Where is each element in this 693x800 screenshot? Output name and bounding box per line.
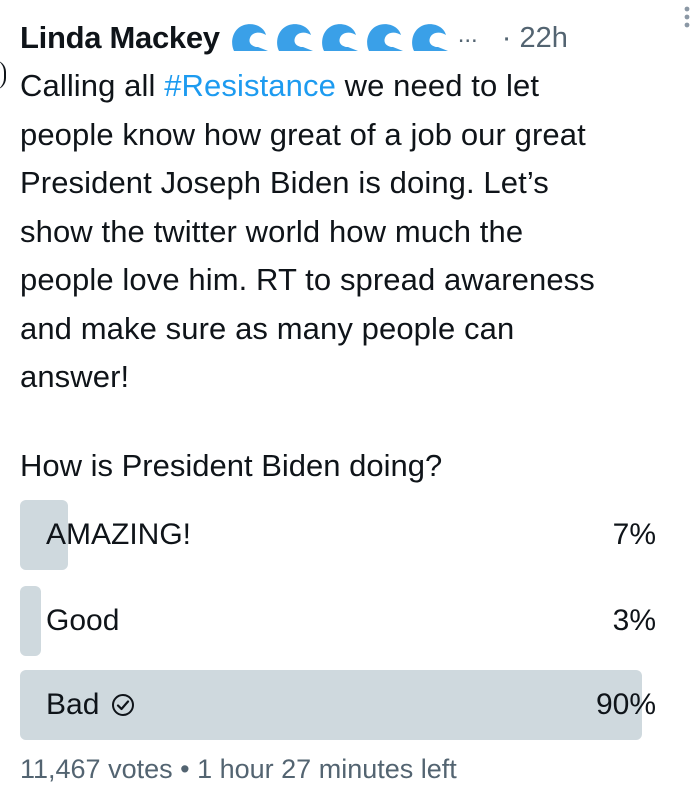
poll-option-percent: 90% <box>595 688 656 721</box>
tweet-text-prefix: Calling all <box>20 68 165 103</box>
poll-option-text: AMAZING! <box>46 518 192 551</box>
poll-option-percent: 7% <box>612 518 656 551</box>
avatar[interactable] <box>0 60 6 90</box>
poll-time-left: 1 hour 27 minutes left <box>197 754 457 784</box>
tweet-text: Calling all #Resistance we need to let p… <box>20 62 690 402</box>
timestamp-value: 22h <box>519 21 568 54</box>
wave-icon <box>321 24 358 51</box>
poll-option-label: Bad <box>46 670 135 740</box>
check-circle-icon <box>112 694 135 716</box>
poll-option-label: Good <box>46 586 119 656</box>
poll-option-percent: 3% <box>612 604 656 637</box>
wave-icon <box>231 24 268 51</box>
tweet-text-body: we need to let people know how great of … <box>20 68 595 394</box>
poll-option-amazing: AMAZING! 7% <box>20 500 660 570</box>
tweet-timestamp[interactable]: · 22h <box>502 22 568 55</box>
wave-icon <box>366 24 403 51</box>
poll-meta-separator: • <box>180 754 190 784</box>
timestamp-separator: · <box>501 21 512 54</box>
poll-option-text: Bad <box>46 688 100 721</box>
tweet[interactable]: Linda Mackey ... · 22h Calling all #Resi… <box>0 0 693 800</box>
poll-option-label: AMAZING! <box>46 500 191 570</box>
wave-icon <box>276 24 313 51</box>
more-options-icon[interactable] <box>683 4 691 34</box>
name-overflow: ... <box>457 21 478 48</box>
poll-option-good: Good 3% <box>20 586 660 656</box>
poll-meta: 11,467 votes • 1 hour 27 minutes left <box>20 754 457 785</box>
poll-question: How is President Biden doing? <box>20 448 443 483</box>
hashtag-link[interactable]: #Resistance <box>164 68 336 103</box>
poll-option-text: Good <box>46 604 120 637</box>
poll-option-bar <box>20 586 41 656</box>
poll-votes: 11,467 votes <box>20 754 173 784</box>
poll-option-bad: Bad 90% <box>20 670 660 740</box>
wave-icon <box>411 24 448 51</box>
name-badges <box>228 21 452 55</box>
tweet-header: Linda Mackey ... · 22h <box>20 14 687 62</box>
author-name[interactable]: Linda Mackey <box>20 20 220 56</box>
